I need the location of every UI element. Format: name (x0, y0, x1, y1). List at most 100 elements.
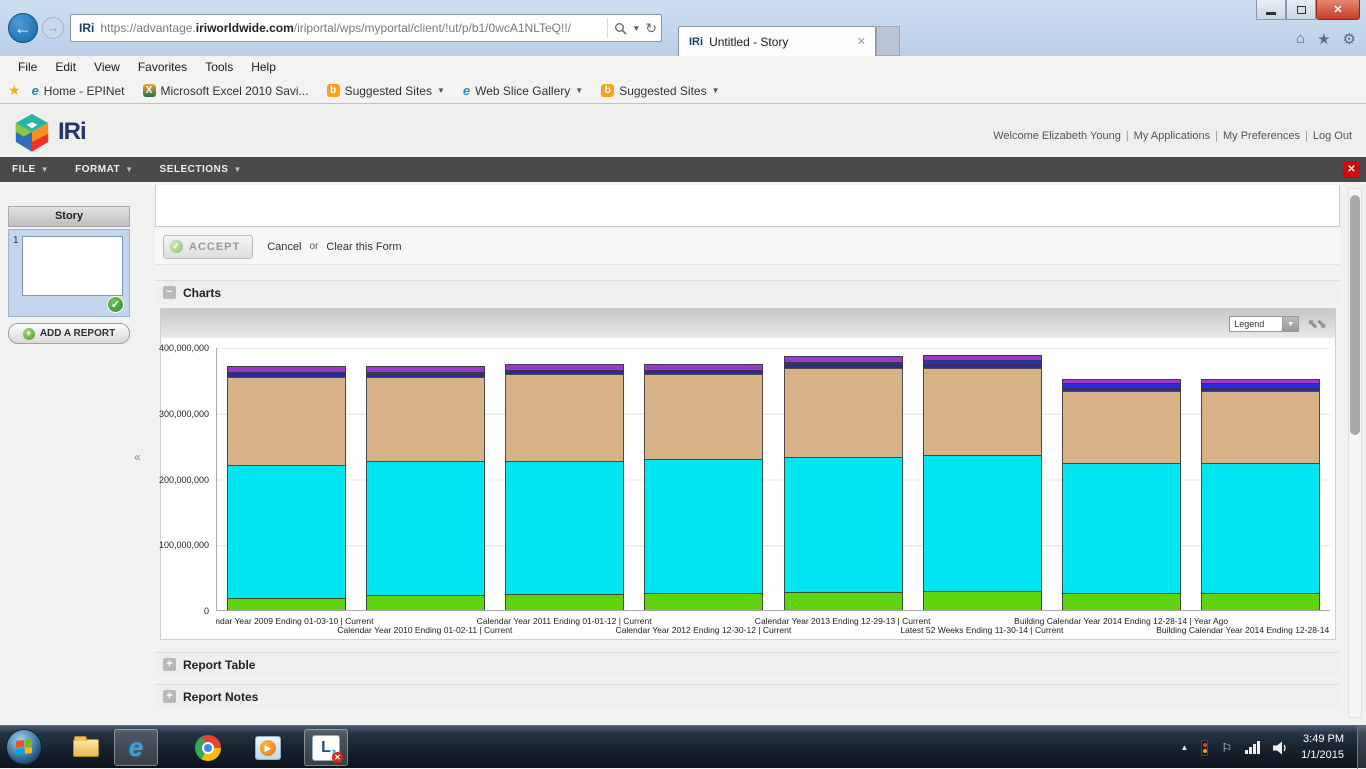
chart-y-axis: 400,000,000300,000,000200,000,000100,000… (161, 348, 213, 611)
tab-close-icon[interactable]: ✕ (854, 35, 869, 48)
taskbar-clock[interactable]: 3:49 PM 1/1/2015 (1301, 732, 1344, 763)
favorite-web-slice-gallery[interactable]: e Web Slice Gallery ▼ (456, 81, 590, 100)
panel-close-button[interactable]: ✕ (1343, 161, 1360, 178)
tray-show-hidden-icon[interactable]: ▲ (1180, 743, 1188, 752)
show-desktop-button[interactable] (1357, 726, 1366, 769)
app-menu-bar: FILE▼ FORMAT▼ SELECTIONS▼ ✕ (0, 157, 1366, 182)
network-icon[interactable] (1245, 741, 1260, 754)
chart-container: Legend ▼ ⬉⬊ 400,000,000300,000,000200,00… (160, 308, 1336, 640)
scrollbar-thumb[interactable] (1350, 195, 1360, 435)
report-table-section-header[interactable]: + Report Table (155, 652, 1340, 676)
chevron-down-icon[interactable]: ▼ (1283, 316, 1299, 332)
app-menu-selections[interactable]: SELECTIONS▼ (160, 164, 242, 175)
separator: | (1305, 130, 1308, 142)
taskbar-internet-explorer[interactable]: e (114, 729, 158, 766)
clear-form-link[interactable]: Clear this Form (326, 241, 401, 253)
cancel-link[interactable]: Cancel (267, 241, 301, 253)
address-bar[interactable]: IRi https://advantage.iriworldwide.com/i… (70, 14, 662, 42)
stacked-bar-7[interactable] (1201, 348, 1320, 610)
favorite-suggested-sites-2[interactable]: b Suggested Sites ▼ (594, 82, 726, 100)
bar-5-segment-green (923, 591, 1042, 610)
forward-button[interactable]: → (42, 17, 64, 39)
clock-date: 1/1/2015 (1301, 749, 1344, 761)
chrome-icon (195, 735, 221, 761)
bar-7-segment-green (1201, 593, 1320, 610)
browser-tab[interactable]: IRi Untitled - Story ✕ (678, 26, 876, 56)
favorites-bar: ★ e Home - EPINet X Microsoft Excel 2010… (0, 78, 1366, 104)
settings-gear-icon[interactable]: ⚙ (1343, 30, 1356, 48)
stacked-bar-5[interactable] (923, 348, 1042, 610)
favorite-excel[interactable]: X Microsoft Excel 2010 Savi... (136, 82, 316, 100)
charts-section-header[interactable]: − Charts (155, 280, 1340, 304)
menu-file[interactable]: File (10, 58, 45, 76)
page-scrollbar[interactable] (1348, 188, 1362, 718)
menu-view[interactable]: View (86, 58, 128, 76)
app-menu-format[interactable]: FORMAT▼ (75, 164, 133, 175)
tray-status-icon[interactable] (1201, 740, 1208, 756)
refresh-icon[interactable]: ↻ (645, 20, 657, 37)
taskbar-sync-app[interactable]: L↻✕ (304, 729, 348, 766)
search-icon[interactable] (614, 22, 627, 35)
add-report-button[interactable]: + ADD A REPORT (8, 323, 130, 344)
bar-4-segment-green (784, 592, 903, 610)
stacked-bar-3[interactable] (644, 348, 763, 610)
stacked-bar-0[interactable] (227, 348, 346, 610)
taskbar-media-player[interactable]: ▶ (246, 729, 290, 766)
x-axis-label-3: Calendar Year 2012 Ending 12-30-12 | Cur… (616, 625, 792, 635)
favorites-star-icon[interactable]: ★ (1317, 30, 1330, 48)
stacked-bar-6[interactable] (1062, 348, 1181, 610)
new-tab-button[interactable] (876, 26, 900, 56)
stacked-bar-1[interactable] (366, 348, 485, 610)
legend-dropdown[interactable]: Legend ▼ (1229, 316, 1299, 332)
add-favorite-icon[interactable]: ★ (8, 82, 21, 99)
start-button[interactable] (6, 729, 42, 765)
taskbar-chrome[interactable] (186, 729, 230, 766)
window-minimize-button[interactable] (1256, 0, 1286, 20)
home-icon[interactable]: ⌂ (1296, 30, 1305, 48)
bar-1-segment-tan (366, 377, 485, 461)
sidebar-collapse-icon[interactable]: « (134, 450, 141, 464)
bar-4-segment-tan (784, 368, 903, 457)
chevron-down-icon: ▼ (437, 86, 445, 95)
tab-title: Untitled - Story (709, 35, 854, 49)
menu-help[interactable]: Help (243, 58, 284, 76)
expand-plus-icon[interactable]: + (163, 690, 176, 703)
back-button[interactable]: ← (8, 13, 38, 43)
address-dropdown-icon[interactable]: ▼ (632, 24, 640, 33)
my-applications-link[interactable]: My Applications (1134, 130, 1210, 142)
window-close-button[interactable]: ✕ (1316, 0, 1360, 20)
bar-5-segment-cyan (923, 455, 1042, 591)
check-icon: ✓ (107, 296, 124, 313)
menu-tools[interactable]: Tools (197, 58, 241, 76)
stacked-bar-4[interactable] (784, 348, 903, 610)
my-preferences-link[interactable]: My Preferences (1223, 130, 1300, 142)
story-tab[interactable]: Story (8, 206, 130, 227)
expand-chart-icon[interactable]: ⬉⬊ (1307, 316, 1325, 332)
bar-2-segment-green (505, 594, 624, 610)
menu-edit[interactable]: Edit (47, 58, 84, 76)
url-text[interactable]: https://advantage.iriworldwide.com/iripo… (100, 21, 607, 35)
collapse-minus-icon[interactable]: − (163, 286, 176, 299)
window-restore-button[interactable] (1286, 0, 1316, 20)
bar-3-segment-tan (644, 374, 763, 459)
log-out-link[interactable]: Log Out (1313, 130, 1352, 142)
chart-toolbar: Legend ▼ ⬉⬊ (161, 309, 1335, 338)
menu-favorites[interactable]: Favorites (130, 58, 195, 76)
accept-button[interactable]: ✓ ACCEPT (163, 235, 253, 259)
volume-icon[interactable] (1273, 741, 1288, 755)
y-tick-label: 0 (204, 606, 209, 616)
app-menu-file[interactable]: FILE▼ (12, 164, 49, 175)
expand-plus-icon[interactable]: + (163, 658, 176, 671)
favorite-home-epinet[interactable]: e Home - EPINet (25, 81, 132, 100)
taskbar-explorer[interactable] (64, 729, 108, 766)
action-center-flag-icon[interactable]: ⚐ (1221, 741, 1232, 755)
bar-7-segment-cyan (1201, 463, 1320, 593)
clock-time: 3:49 PM (1303, 733, 1344, 745)
story-page-panel[interactable]: 1 ✓ (8, 229, 130, 317)
report-thumbnail[interactable] (22, 236, 123, 296)
report-notes-section-header[interactable]: + Report Notes (155, 684, 1340, 708)
folder-icon (73, 739, 99, 757)
bar-2-segment-tan (505, 374, 624, 460)
stacked-bar-2[interactable] (505, 348, 624, 610)
favorite-suggested-sites-1[interactable]: b Suggested Sites ▼ (320, 82, 452, 100)
